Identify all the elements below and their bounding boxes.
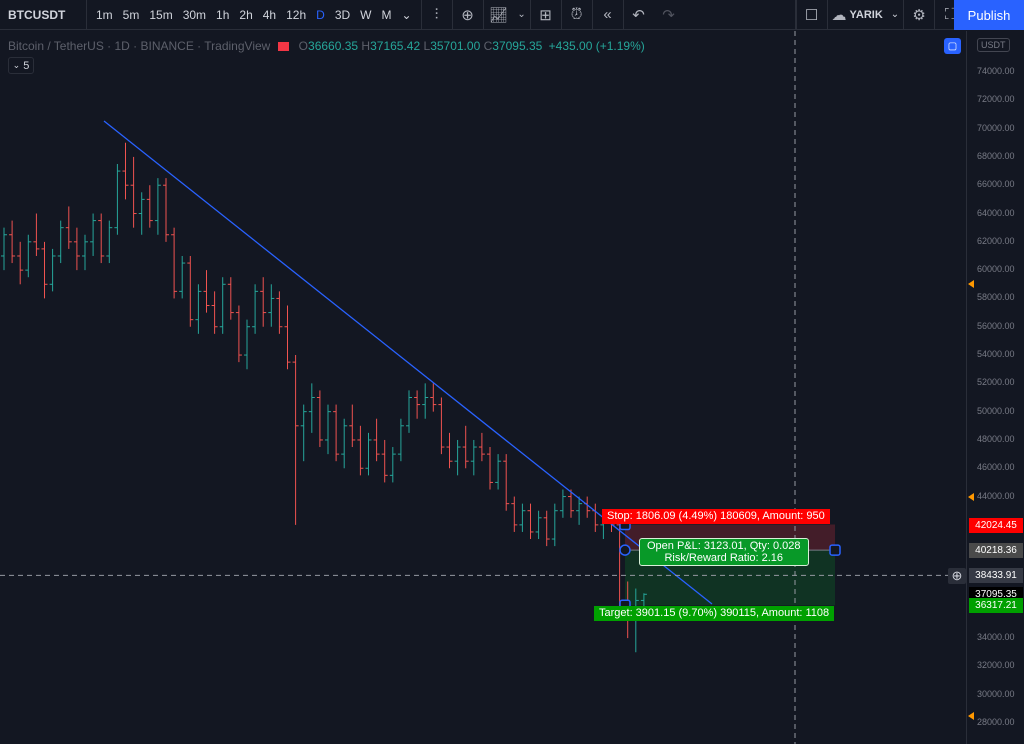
close-label: C — [483, 39, 493, 53]
redo-icon[interactable]: ↷ — [654, 0, 684, 30]
symbol-search[interactable]: BTCUSDT — [0, 0, 87, 30]
price-tick: 28000.00 — [977, 717, 1015, 727]
price-tick: 44000.00 — [977, 490, 1015, 501]
timeframe-W[interactable]: W — [355, 8, 376, 22]
high-value: 37165.42 — [370, 39, 421, 53]
open-value: 36660.35 — [308, 39, 359, 53]
pnl-text: Open P&L: 3123.01, Qty: 0.028 — [647, 540, 801, 552]
flag-icon[interactable] — [278, 42, 290, 51]
indicators-icon[interactable]: 📈︎ — [484, 0, 514, 30]
timeframe-1m[interactable]: 1m — [91, 8, 118, 22]
gear-icon[interactable]: ⚙ — [904, 0, 934, 30]
chevron-down-icon[interactable]: ⌄ — [396, 8, 416, 22]
cloud-check-icon: ☁ — [831, 6, 847, 24]
layout-name: YARIK — [849, 8, 883, 21]
top-toolbar: BTCUSDT 1m 5m 15m 30m 1h 2h 4h 12h D 3D W M ⌄ ⫶ ⊕ 📈︎… — [0, 0, 1024, 30]
layout-grid-icon[interactable]: ⊞ — [531, 0, 561, 30]
timeframe-1h[interactable]: 1h — [211, 8, 234, 22]
timeframe-12h[interactable]: 12h — [281, 8, 311, 22]
chevron-down-icon: ⌄ — [890, 9, 900, 20]
timeframe-4h[interactable]: 4h — [258, 8, 281, 22]
position-handle — [619, 544, 631, 556]
timeframe-M[interactable]: M — [376, 8, 396, 22]
price-tick: 52000.00 — [977, 377, 1015, 388]
rr-text: Risk/Reward Ratio: 2.16 — [664, 552, 784, 564]
target-text: Target: 3901.15 (9.70%) 390115, Amount: … — [599, 607, 830, 619]
chevron-down-icon[interactable]: ⌄ — [514, 0, 530, 30]
trendline — [103, 120, 713, 605]
price-axis[interactable]: USDT 74000.00 72000.00 70000.00 68000.00 660… — [966, 31, 1024, 744]
price-label: 36317.21 — [969, 598, 1023, 614]
price-tick: 56000.00 — [977, 320, 1015, 331]
indicators-toggle[interactable]: ⌄ 5 — [8, 57, 34, 74]
price-tick: 34000.00 — [977, 632, 1015, 643]
price-tick: 66000.00 — [977, 179, 1015, 190]
price-tick: 72000.00 — [977, 94, 1015, 105]
alert-marker-icon[interactable] — [968, 711, 974, 720]
bar-style-icon[interactable]: ⫶ — [422, 0, 452, 30]
close-value: 37095.35 — [492, 39, 543, 53]
price-tick: 32000.00 — [977, 660, 1015, 671]
chevron-down-icon: ⌄ — [12, 60, 21, 70]
price-tick: 54000.00 — [977, 349, 1015, 360]
price-tick: 58000.00 — [977, 292, 1015, 303]
replay-icon[interactable]: « — [593, 0, 623, 30]
price-tick: 50000.00 — [977, 405, 1015, 416]
high-label: H — [361, 39, 371, 53]
timeframe-30m[interactable]: 30m — [178, 8, 211, 22]
add-alert-plus-icon[interactable]: ⊕ — [948, 568, 966, 584]
price-tick: 70000.00 — [977, 122, 1015, 133]
timeframe-3D[interactable]: 3D — [330, 8, 355, 22]
stop-text: Stop: 1806.09 (4.49%) 180609, Amount: 95… — [607, 510, 825, 522]
price-label: 38433.91 — [969, 568, 1023, 584]
price-tick: 30000.00 — [977, 688, 1015, 699]
timeframe-selector: 1m 5m 15m 30m 1h 2h 4h 12h D 3D W M ⌄ — [87, 0, 422, 30]
alert-marker-icon[interactable] — [968, 280, 974, 289]
price-tick: 68000.00 — [977, 150, 1015, 161]
pnl-label[interactable]: Open P&L: 3123.01, Qty: 0.028 Risk/Reward… — [639, 538, 809, 566]
price-tick: 74000.00 — [977, 66, 1015, 76]
price-chart[interactable] — [0, 31, 966, 744]
indicators-count: 5 — [23, 59, 30, 72]
timeframe-15m[interactable]: 15m — [144, 8, 177, 22]
low-value: 35701.00 — [430, 39, 481, 53]
open-label: O — [298, 39, 309, 53]
auto-scale-button[interactable]: ▢ — [944, 38, 961, 54]
timeframe-5m[interactable]: 5m — [118, 8, 145, 22]
square-icon[interactable]: ☐ — [797, 0, 827, 30]
publish-button[interactable]: Publish — [954, 0, 1024, 30]
timeframe-2h[interactable]: 2h — [234, 8, 257, 22]
target-label[interactable]: Target: 3901.15 (9.70%) 390115, Amount: … — [594, 606, 835, 621]
chart-legend: Bitcoin / TetherUS · 1D · BINANCE · Trad… — [8, 39, 645, 53]
symbol-title: Bitcoin / TetherUS · 1D · BINANCE · Trad… — [8, 39, 271, 53]
price-label: 40218.36 — [969, 543, 1023, 559]
price-label: 42024.45 — [969, 517, 1023, 533]
alert-icon[interactable]: ⏰︎ — [562, 0, 592, 30]
timeframe-D[interactable]: D — [311, 8, 330, 22]
alert-marker-icon[interactable] — [968, 492, 974, 501]
change-value: +435.00 (+1.19%) — [548, 39, 645, 53]
undo-icon[interactable]: ↶ — [624, 0, 654, 30]
price-tick: 62000.00 — [977, 235, 1015, 246]
price-tick: 48000.00 — [977, 433, 1015, 444]
price-tick: 64000.00 — [977, 207, 1015, 218]
stop-label[interactable]: Stop: 1806.09 (4.49%) 180609, Amount: 95… — [602, 509, 830, 524]
currency-label[interactable]: USDT — [977, 38, 1010, 52]
price-tick: 60000.00 — [977, 264, 1015, 275]
add-indicator-icon[interactable]: ⊕ — [453, 0, 483, 30]
layout-menu[interactable]: ☁ YARIK ⌄ — [828, 0, 905, 30]
price-tick: 46000.00 — [977, 462, 1015, 473]
position-handle — [829, 544, 841, 556]
